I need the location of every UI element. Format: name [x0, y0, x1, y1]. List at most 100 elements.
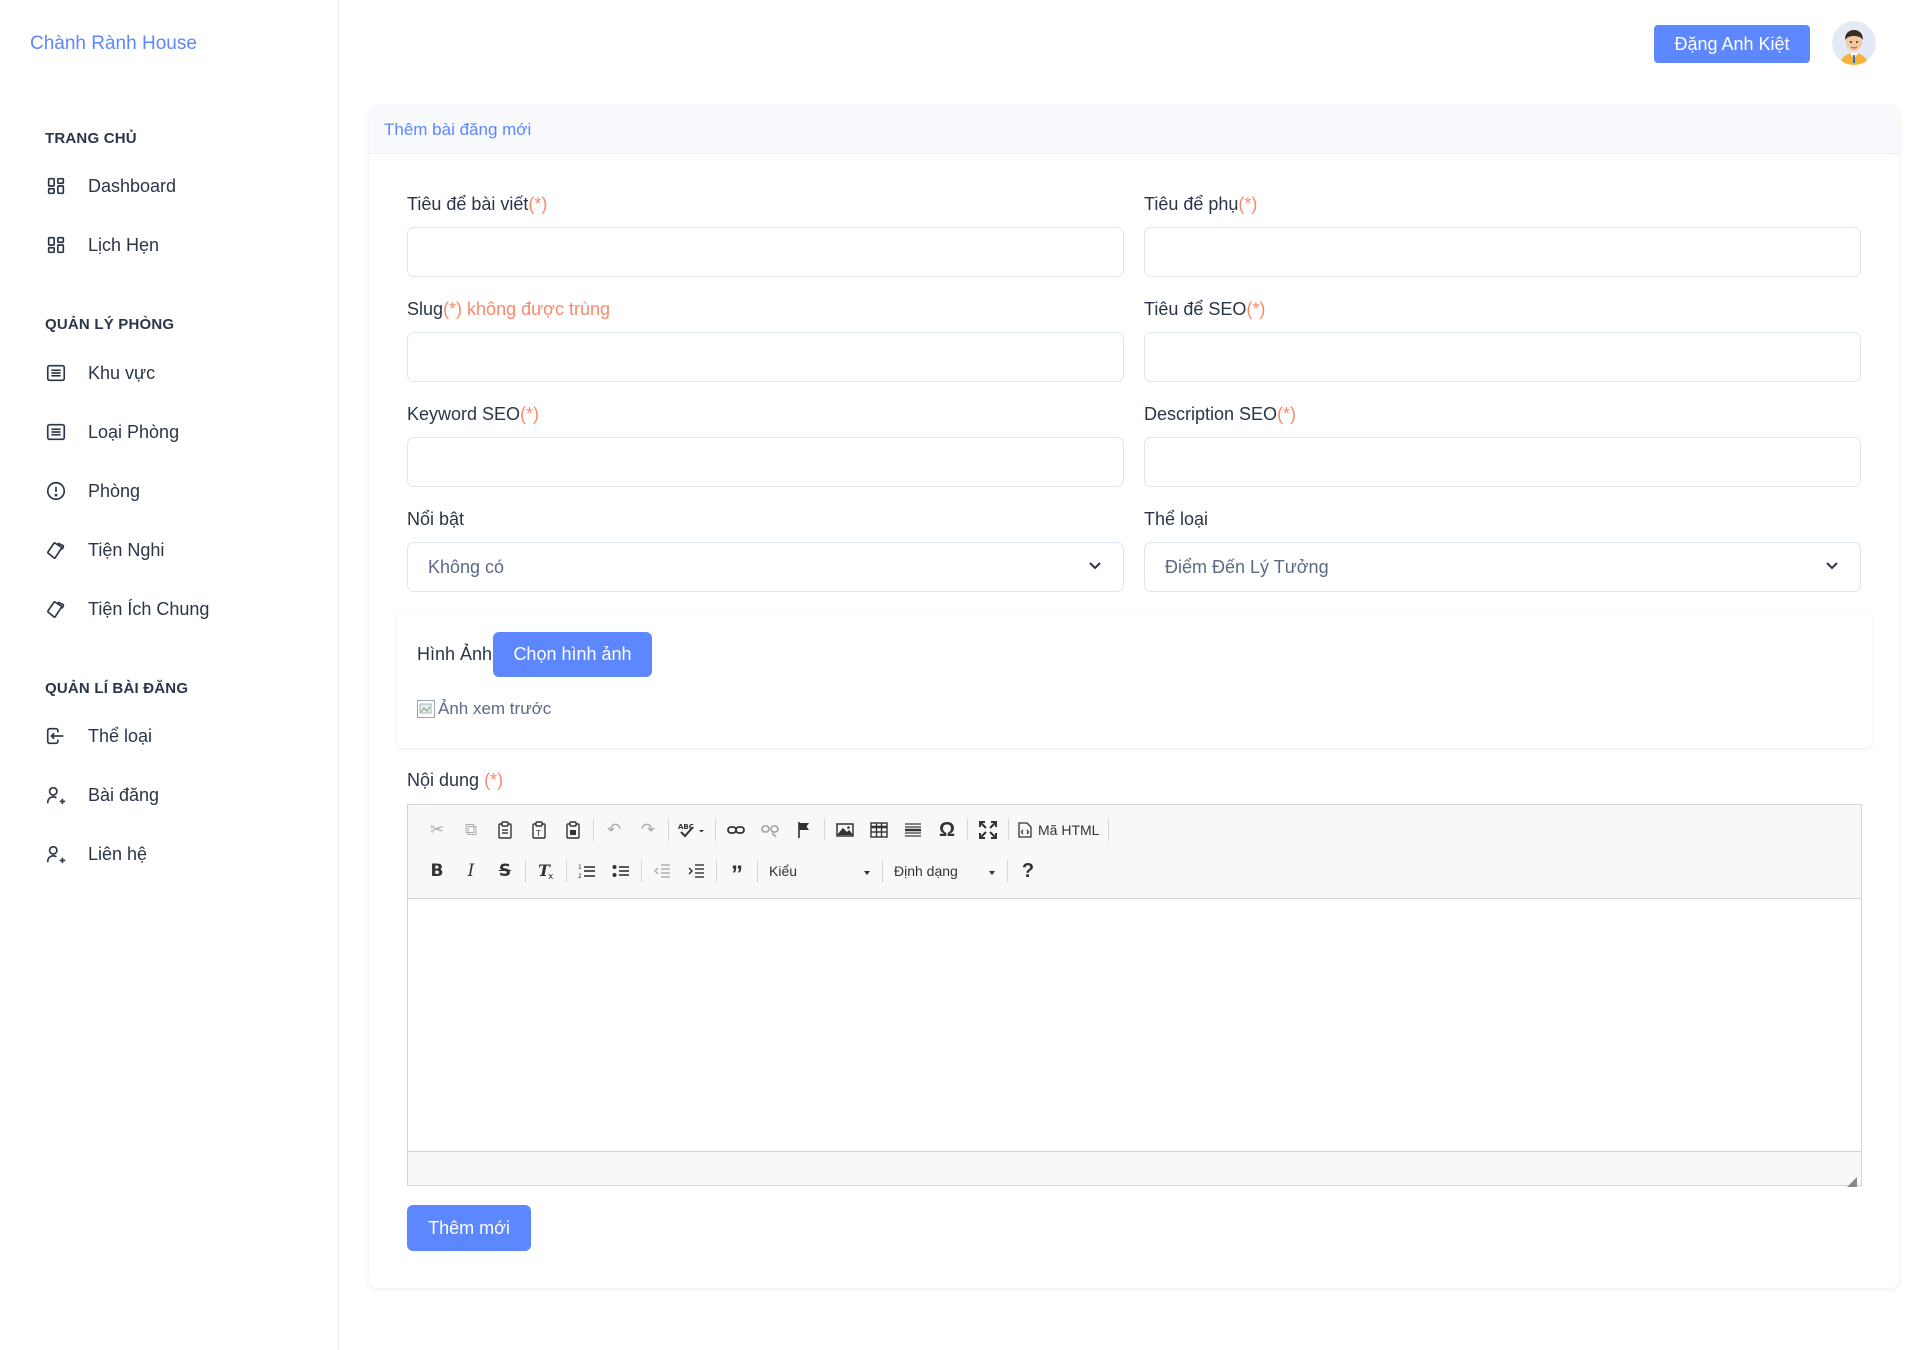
category-select[interactable]: Điểm Đến Lý Tưởng [1144, 542, 1861, 592]
chevron-down-icon [1087, 557, 1103, 578]
help-icon[interactable]: ? [1011, 857, 1045, 885]
required-mark: (*) [1277, 404, 1297, 424]
special-char-icon[interactable]: Ω [930, 816, 964, 844]
toolbar-row-1: ✂ ⧉ T ↶ ↷ ABC Ω Mã HTML [420, 815, 1112, 845]
source-html-button[interactable]: Mã HTML [1012, 816, 1105, 844]
avatar[interactable] [1832, 21, 1876, 65]
resize-handle-icon[interactable] [1847, 1171, 1857, 1187]
undo-icon[interactable]: ↶ [597, 816, 631, 844]
slug-unique-note: không được trùng [467, 299, 610, 319]
image-icon[interactable] [828, 816, 862, 844]
sidebar-item-contacts[interactable]: Liên hệ [44, 834, 314, 874]
layout-grid-icon [44, 174, 68, 198]
card-title: Thêm bài đăng mới [384, 120, 532, 139]
required-mark: (*) [443, 299, 463, 319]
required-mark: (*) [520, 404, 540, 424]
sidebar-item-appointments[interactable]: Lịch Hẹn [44, 225, 314, 265]
bullet-list-icon[interactable] [604, 857, 638, 885]
sidebar-item-areas[interactable]: Khu vực [44, 353, 314, 393]
styles-dropdown-label: Kiểu [769, 863, 798, 879]
svg-text:T: T [535, 829, 541, 838]
sidebar-item-shared-facilities[interactable]: Tiện Ích Chung [44, 589, 314, 629]
italic-icon[interactable]: I [454, 857, 488, 885]
add-post-card: Thêm bài đăng mới Tiêu để bài viết(*) Ti… [369, 106, 1899, 1288]
toolbar-separator [593, 819, 594, 841]
category-select-value: Điểm Đến Lý Tưởng [1165, 556, 1329, 577]
featured-label: Nổi bật [407, 509, 465, 529]
image-panel: Hình Ảnh Chọn hình ảnh Ảnh xem trước [397, 611, 1872, 748]
description-seo-input[interactable] [1144, 437, 1861, 487]
editor-toolbar: ✂ ⧉ T ↶ ↷ ABC Ω Mã HTML B I S T x 1 2 ” … [408, 805, 1861, 899]
toolbar-separator [1008, 819, 1009, 841]
maximize-icon[interactable] [971, 816, 1005, 844]
seo-title-input[interactable] [1144, 332, 1861, 382]
submit-button[interactable]: Thêm mới [407, 1205, 531, 1251]
numbered-list-icon[interactable]: 12 [570, 857, 604, 885]
slug-input[interactable] [407, 332, 1124, 382]
horizontal-rule-icon[interactable] [896, 816, 930, 844]
slug-label-text: Slug [407, 299, 444, 319]
choose-image-button[interactable]: Chọn hình ảnh [493, 632, 652, 677]
strikethrough-icon[interactable]: S [488, 857, 522, 885]
source-html-label: Mã HTML [1038, 822, 1100, 838]
user-menu-button[interactable]: Đặng Anh Kiệt [1654, 25, 1810, 63]
table-icon[interactable] [862, 816, 896, 844]
toolbar-separator [1108, 819, 1110, 841]
keyword-seo-label: Keyword SEO(*) [407, 404, 539, 425]
required-mark: (*) [1238, 194, 1258, 214]
outdent-icon[interactable] [645, 857, 679, 885]
image-preview-alt: Ảnh xem trước [438, 699, 552, 718]
seo-title-label-text: Tiêu để SEO [1144, 299, 1247, 319]
rich-text-editor: ✂ ⧉ T ↶ ↷ ABC Ω Mã HTML B I S T x 1 2 ” … [407, 804, 1862, 1187]
content-label: Nội dung (*) [407, 770, 503, 791]
styles-dropdown[interactable]: Kiểu [761, 857, 879, 885]
sidebar-item-amenities[interactable]: Tiện Nghi [44, 530, 314, 570]
description-seo-label-text: Description SEO [1144, 404, 1278, 424]
image-label: Hình Ảnh [417, 644, 493, 664]
sidebar-item-dashboard[interactable]: Dashboard [44, 166, 314, 206]
indent-icon[interactable] [679, 857, 713, 885]
user-plus-icon [44, 842, 68, 866]
card-header: Thêm bài đăng mới [369, 106, 1899, 154]
paste-text-icon[interactable]: T [522, 816, 556, 844]
cards-icon [44, 538, 68, 562]
featured-select-value: Không có [428, 556, 505, 577]
toolbar-separator [641, 860, 642, 882]
paste-icon[interactable] [488, 816, 522, 844]
toolbar-separator [716, 860, 717, 882]
remove-format-icon[interactable]: Tx [529, 857, 563, 885]
keyword-seo-input[interactable] [407, 437, 1124, 487]
keyword-seo-label-text: Keyword SEO [407, 404, 521, 424]
post-title-input[interactable] [407, 227, 1124, 277]
cards-icon [44, 597, 68, 621]
blockquote-icon[interactable]: ” [720, 857, 754, 888]
slug-label: Slug(*) không được trùng [407, 299, 610, 320]
description-seo-label: Description SEO(*) [1144, 404, 1296, 425]
nav-section-posts: QUẢN LÍ BÀI ĐĂNG [45, 680, 189, 697]
sidebar-item-label: Bài đăng [88, 784, 160, 805]
sidebar-item-label: Tiện Nghi [88, 539, 165, 560]
format-dropdown[interactable]: Định dạng [886, 857, 1004, 885]
brand-logo-text[interactable]: Chành Rành House [30, 33, 197, 55]
subtitle-input[interactable] [1144, 227, 1861, 277]
spellcheck-icon[interactable]: ABC [672, 816, 712, 844]
sidebar-item-rooms[interactable]: Phòng [44, 471, 314, 511]
paste-word-icon[interactable] [556, 816, 590, 844]
featured-select[interactable]: Không có [407, 542, 1124, 592]
anchor-flag-icon[interactable] [787, 816, 821, 844]
cut-icon[interactable]: ✂ [420, 816, 454, 844]
caret-down-icon [863, 863, 871, 879]
copy-icon[interactable]: ⧉ [454, 816, 488, 844]
sidebar-item-categories[interactable]: Thể loại [44, 716, 314, 756]
redo-icon[interactable]: ↷ [631, 816, 665, 844]
editor-statusbar [408, 1151, 1861, 1187]
editor-content-area[interactable] [408, 899, 1861, 1151]
svg-text:x: x [548, 872, 554, 880]
sidebar-item-posts[interactable]: Bài đăng [44, 775, 314, 815]
post-title-label: Tiêu để bài viết(*) [407, 194, 547, 215]
sidebar-item-room-types[interactable]: Loại Phòng [44, 412, 314, 452]
layout-grid-icon [44, 233, 68, 257]
unlink-icon[interactable] [753, 816, 787, 844]
bold-icon[interactable]: B [420, 857, 454, 885]
link-icon[interactable] [719, 816, 753, 844]
